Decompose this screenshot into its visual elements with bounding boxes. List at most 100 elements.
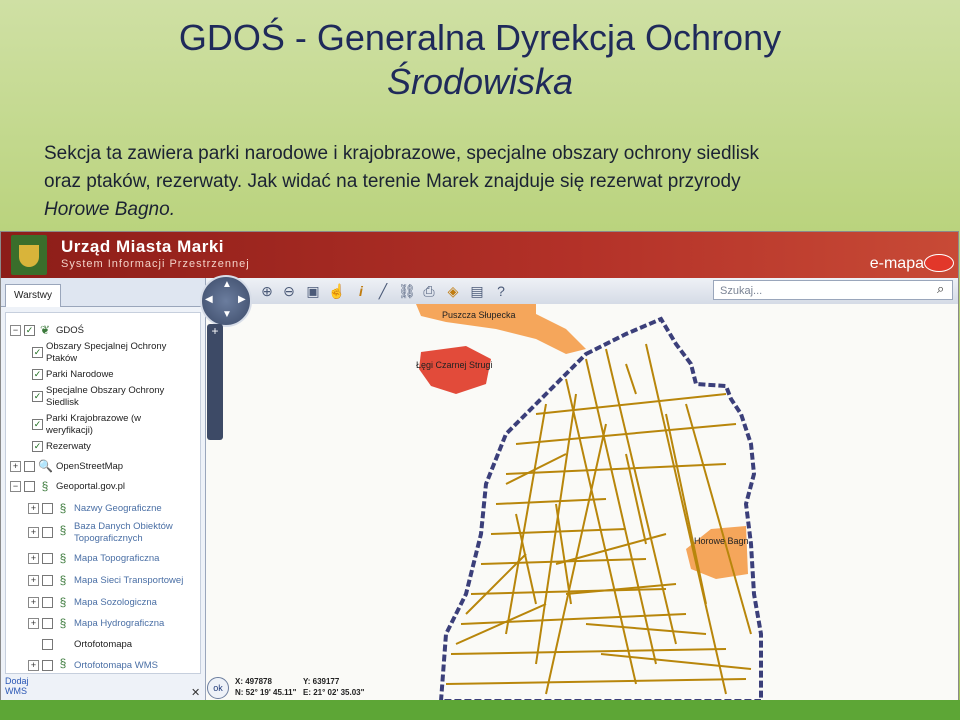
add-wms-line1: Dodaj: [5, 676, 29, 686]
map-canvas[interactable]: Puszcza Słupecka Łęgi Czarnej Strugi Hor…: [206, 304, 958, 701]
layer-checkbox[interactable]: [42, 597, 53, 608]
add-wms-link[interactable]: Dodaj WMS: [5, 676, 29, 696]
layer-label-line1: Specjalne Obszary Ochrony: [46, 385, 165, 396]
expand-toggle[interactable]: +: [28, 618, 39, 629]
info-tool-icon[interactable]: i: [352, 282, 370, 300]
layer-checkbox[interactable]: [24, 461, 35, 472]
layer-parki-krajobrazowe[interactable]: Parki Krajobrazowe (w weryfikacji): [46, 413, 141, 437]
layer-sooS[interactable]: Specjalne Obszary Ochrony Siedlisk: [46, 385, 164, 409]
layers-sidebar: Warstwy − ✓ ❦ GDOŚ ✓ Obszary Specjalnej …: [1, 278, 206, 701]
print-tool-icon[interactable]: ⎙: [420, 282, 438, 300]
layer-gdos[interactable]: GDOŚ: [56, 325, 84, 337]
layer-mapa-hydrograficzna[interactable]: Mapa Hydrograficzna: [74, 618, 164, 630]
layer-checkbox[interactable]: [42, 553, 53, 564]
expand-toggle[interactable]: +: [28, 553, 39, 564]
pan-navigation-control[interactable]: ▲ ▼ ◀ ▶: [200, 275, 252, 327]
layer-label-line2: Siedlisk: [46, 397, 79, 408]
map-label-legi: Łęgi Czarnej Strugi: [416, 360, 493, 370]
zoom-slider[interactable]: +: [207, 324, 223, 440]
app-header: Urząd Miasta Marki System Informacji Prz…: [1, 232, 958, 278]
help-tool-icon[interactable]: ?: [492, 282, 510, 300]
window-tool-icon[interactable]: ▤: [468, 282, 486, 300]
layer-bdot[interactable]: Baza Danych Obiektów Topograficznych: [74, 521, 173, 545]
leaf-icon: ❦: [39, 323, 51, 337]
gis-app-window: Urząd Miasta Marki System Informacji Prz…: [0, 231, 959, 702]
layers-tool-icon[interactable]: ◈: [444, 282, 462, 300]
expand-toggle[interactable]: +: [10, 461, 21, 472]
geoportal-icon: §: [59, 656, 67, 670]
layer-checkbox[interactable]: ✓: [32, 369, 43, 380]
tab-layers[interactable]: Warstwy: [5, 284, 61, 307]
pan-left-icon[interactable]: ◀: [205, 294, 213, 305]
layer-ortofotomapa[interactable]: Ortofotomapa: [74, 639, 132, 651]
road-network: [445, 343, 752, 695]
collapse-toggle[interactable]: −: [10, 481, 21, 492]
coordinates-readout: X: 497878 Y: 639177 N: 52° 19' 45.11" E:…: [231, 676, 591, 700]
layer-label-line1: Baza Danych Obiektów: [74, 521, 173, 532]
coords-ok-button[interactable]: ok: [207, 677, 229, 699]
search-icon[interactable]: ⌕: [937, 281, 944, 297]
measure-tool-icon[interactable]: ╱: [374, 282, 392, 300]
zoom-out-tool-icon[interactable]: ⊖: [280, 282, 298, 300]
geoportal-icon: §: [59, 523, 67, 537]
layer-nazwy-geograficzne[interactable]: Nazwy Geograficzne: [74, 503, 162, 515]
layer-checkbox[interactable]: ✓: [32, 347, 43, 358]
pan-up-icon[interactable]: ▲: [222, 279, 232, 290]
layer-ortofotomapa-wms[interactable]: Ortofotomapa WMS: [74, 660, 158, 672]
brand-globe-icon: [924, 254, 954, 272]
magnifier-icon: 🔍: [38, 459, 53, 473]
slide-title: GDOŚ - Generalna Dyrekcja Ochrony Środow…: [0, 16, 960, 104]
layer-label-line2: Ptaków: [46, 353, 78, 364]
expand-toggle[interactable]: +: [28, 527, 39, 538]
zoom-in-icon[interactable]: +: [207, 324, 223, 338]
layer-checkbox[interactable]: ✓: [24, 325, 35, 336]
layer-checkbox[interactable]: ✓: [32, 441, 43, 452]
layer-parki-narodowe[interactable]: Parki Narodowe: [46, 369, 114, 381]
zoom-extent-tool-icon[interactable]: ▣: [304, 282, 322, 300]
collapse-toggle[interactable]: −: [10, 325, 21, 336]
layer-checkbox[interactable]: [42, 527, 53, 538]
layer-checkbox[interactable]: [42, 618, 53, 629]
layer-openstreetmap[interactable]: OpenStreetMap: [56, 461, 123, 473]
city-boundary: [438, 316, 763, 701]
zoom-in-tool-icon[interactable]: ⊕: [258, 282, 276, 300]
expand-toggle[interactable]: +: [28, 503, 39, 514]
layer-osop[interactable]: Obszary Specjalnej Ochrony Ptaków: [46, 341, 166, 365]
slide-body-line1: Sekcja ta zawiera parki narodowe i krajo…: [44, 143, 759, 164]
layer-label-line1: Obszary Specjalnej Ochrony: [46, 341, 167, 352]
pan-tool-icon[interactable]: ☝: [328, 282, 346, 300]
layer-label-line1: Parki Krajobrazowe (w: [46, 413, 142, 424]
layer-checkbox[interactable]: ✓: [32, 419, 43, 430]
close-panel-icon[interactable]: ✕: [191, 686, 200, 699]
expand-toggle[interactable]: +: [28, 660, 39, 671]
layer-checkbox[interactable]: [42, 575, 53, 586]
pan-right-icon[interactable]: ▶: [238, 294, 246, 305]
pan-down-icon[interactable]: ▼: [222, 309, 232, 320]
search-input[interactable]: Szukaj...: [713, 280, 953, 300]
map-svg: [416, 304, 763, 701]
layer-mapa-sieci-transportowej[interactable]: Mapa Sieci Transportowej: [74, 575, 183, 587]
expand-toggle[interactable]: +: [28, 575, 39, 586]
slide-body-line3: Horowe Bagno.: [44, 199, 175, 220]
layer-checkbox[interactable]: [42, 639, 53, 650]
layer-checkbox[interactable]: [42, 660, 53, 671]
layer-mapa-sozologiczna[interactable]: Mapa Sozologiczna: [74, 597, 157, 609]
layer-label-line2: weryfikacji): [46, 425, 93, 436]
layer-geoportal[interactable]: Geoportal.gov.pl: [56, 481, 125, 493]
expand-toggle[interactable]: +: [28, 597, 39, 608]
layer-checkbox[interactable]: [24, 481, 35, 492]
geoportal-icon: §: [59, 595, 67, 609]
header-subtitle: System Informacji Przestrzennej: [61, 258, 250, 270]
reserve-legi-czarnej-strugi: [419, 346, 491, 394]
coord-e: E: 21° 02' 35.03": [303, 688, 365, 697]
layer-mapa-topograficzna[interactable]: Mapa Topograficzna: [74, 553, 159, 565]
geoportal-icon: §: [59, 616, 67, 630]
link-tool-icon[interactable]: ⛓: [398, 282, 416, 300]
layer-rezerwaty[interactable]: Rezerwaty: [46, 441, 91, 453]
geoportal-icon: §: [59, 551, 67, 565]
header-title: Urząd Miasta Marki: [61, 237, 224, 256]
layer-checkbox[interactable]: [42, 503, 53, 514]
geoportal-icon: §: [59, 573, 67, 587]
layer-tree: − ✓ ❦ GDOŚ ✓ Obszary Specjalnej Ochrony …: [5, 312, 201, 674]
layer-checkbox[interactable]: ✓: [32, 391, 43, 402]
